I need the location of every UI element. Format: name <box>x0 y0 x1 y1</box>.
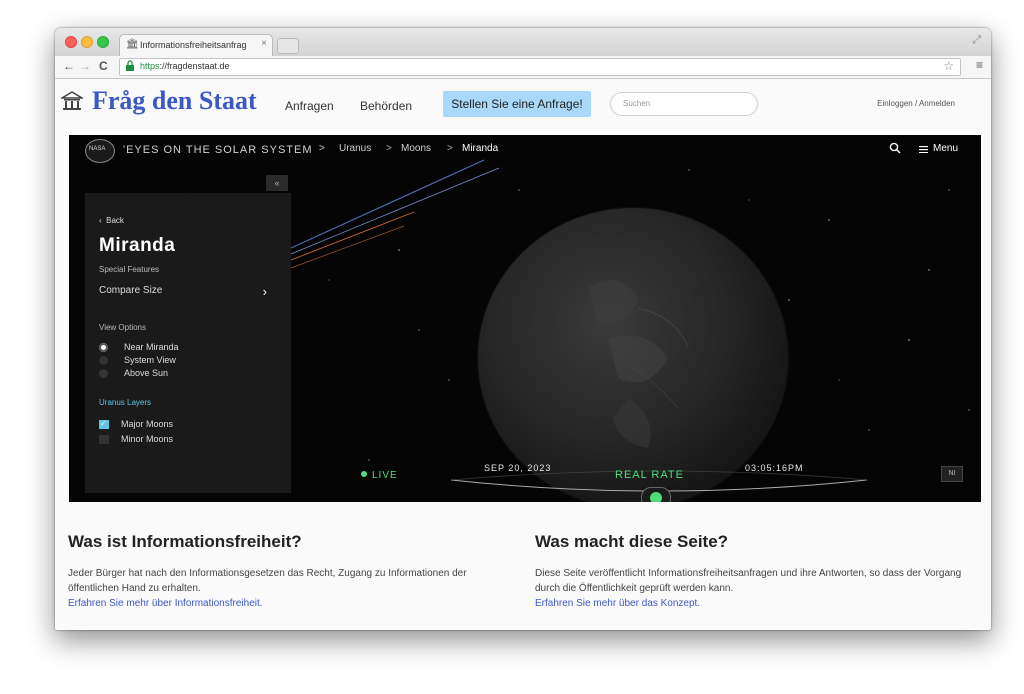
info-title: Was ist Informationsfreiheit? <box>68 532 302 551</box>
browser-tab[interactable]: 🏛 Informationsfreiheitsanfrag × <box>119 34 273 57</box>
back-arrow-icon[interactable]: ← <box>63 59 75 73</box>
menu-icon[interactable]: ≡ <box>976 58 983 72</box>
corner-toggle-button[interactable]: NI <box>941 466 963 482</box>
building-icon <box>61 91 83 110</box>
radio-icon <box>99 369 108 378</box>
breadcrumb-sep: > <box>386 143 392 154</box>
view-option-label: System View <box>124 355 176 365</box>
info-link[interactable]: Erfahren Sie mehr über Informationsfreih… <box>68 596 508 611</box>
zoom-window-button[interactable] <box>97 36 109 48</box>
info-link[interactable]: Erfahren Sie mehr über das Konzept. <box>535 596 975 611</box>
layer-label: Minor Moons <box>121 434 174 444</box>
breadcrumb-sep: > <box>447 143 453 154</box>
compare-size-button[interactable]: Compare Size › <box>99 284 267 299</box>
app-title[interactable]: 'EYES ON THE SOLAR SYSTEM <box>123 144 313 156</box>
site-logo[interactable]: Fråg den Staat <box>92 86 257 116</box>
tab-title: Informationsfreiheitsanfrag <box>140 40 247 50</box>
close-window-button[interactable] <box>65 36 77 48</box>
search-input[interactable]: Suchen <box>610 92 758 116</box>
radio-icon <box>99 356 108 365</box>
nav-anfragen[interactable]: Anfragen <box>285 99 334 113</box>
star-icon[interactable]: ☆ <box>943 59 954 73</box>
timeline-date[interactable]: SEP 20, 2023 <box>484 463 551 473</box>
breadcrumb-moons[interactable]: Moons <box>401 143 431 154</box>
time-arc <box>450 470 868 492</box>
chevron-right-icon: › <box>262 284 267 299</box>
rate-label[interactable]: REAL RATE <box>615 469 684 481</box>
info-block-left: Was ist Informationsfreiheit? Jeder Bürg… <box>68 532 508 611</box>
forward-arrow-icon[interactable]: → <box>79 59 91 73</box>
timeline-time[interactable]: 03:05:16PM <box>745 463 804 473</box>
new-tab-button[interactable] <box>277 38 299 54</box>
info-block-right: Was macht diese Seite? Diese Seite veröf… <box>535 532 975 611</box>
view-option-label: Above Sun <box>124 368 169 378</box>
rate-knob-dot <box>650 492 662 502</box>
info-text: Diese Seite veröffentlicht Informationsf… <box>535 568 962 594</box>
compare-size-label: Compare Size <box>99 285 163 296</box>
url-rest: ://fragdenstaat.de <box>159 61 230 71</box>
breadcrumb-miranda: Miranda <box>462 143 499 154</box>
rate-slider-handle[interactable] <box>641 487 671 502</box>
embedded-solar-system-viewer[interactable]: NASA 'EYES ON THE SOLAR SYSTEM > Uranus … <box>69 130 981 502</box>
live-button[interactable]: LIVE <box>361 470 398 481</box>
layer-label: Major Moons <box>121 419 174 429</box>
minimize-window-button[interactable] <box>81 36 93 48</box>
moon-title: Miranda <box>99 235 176 256</box>
nasa-logo-icon[interactable]: NASA <box>85 139 115 163</box>
address-bar[interactable]: https://fragdenstaat.de ☆ <box>119 58 961 76</box>
app-header: NASA 'EYES ON THE SOLAR SYSTEM > Uranus … <box>69 130 981 174</box>
nasa-logo-text: NASA <box>89 146 106 152</box>
app-menu-label: Menu <box>933 143 959 154</box>
fullscreen-icon[interactable]: ⤢ <box>972 34 981 47</box>
search-icon[interactable] <box>889 142 901 154</box>
moon-info-panel: ‹ Back Miranda Special Features Compare … <box>85 193 291 493</box>
collapse-panel-button[interactable]: « <box>266 175 288 191</box>
search-placeholder: Suchen <box>623 99 651 108</box>
breadcrumb-sep: > <box>319 143 325 154</box>
reload-icon[interactable]: C <box>99 59 108 73</box>
checkbox-icon <box>99 435 109 444</box>
live-dot-icon <box>361 471 367 477</box>
special-features-label: Special Features <box>99 265 160 274</box>
radio-selected-icon <box>99 343 108 352</box>
tab-bar: 🏛 Informationsfreiheitsanfrag × ⤢ <box>55 28 991 57</box>
site-header: Fråg den Staat Anfragen Behörden Stellen… <box>55 79 991 129</box>
hamburger-icon <box>919 146 928 153</box>
info-title: Was macht diese Seite? <box>535 532 729 551</box>
url-text: https://fragdenstaat.de <box>140 61 230 71</box>
back-button[interactable]: ‹ Back <box>99 216 124 225</box>
lock-icon <box>126 60 134 71</box>
browser-toolbar: ← → C https://fragdenstaat.de ☆ ≡ <box>55 56 991 79</box>
nav-behoerden[interactable]: Behörden <box>360 99 412 113</box>
url-scheme: https <box>140 61 160 71</box>
view-options-label: View Options <box>99 323 146 332</box>
view-option-label: Near Miranda <box>124 342 179 352</box>
uranus-layers-label: Uranus Layers <box>99 398 152 407</box>
browser-window: 🏛 Informationsfreiheitsanfrag × ⤢ ← → C … <box>55 28 991 630</box>
favicon-icon: 🏛 <box>126 39 139 50</box>
checkbox-checked-icon: ✓ <box>99 419 109 429</box>
live-label: LIVE <box>372 470 398 481</box>
info-text: Jeder Bürger hat nach den Informationsge… <box>68 568 467 594</box>
breadcrumb-uranus[interactable]: Uranus <box>339 143 371 154</box>
login-link[interactable]: Einloggen / Anmelden <box>877 99 955 108</box>
make-request-button[interactable]: Stellen Sie eine Anfrage! <box>443 91 591 117</box>
tab-close-button[interactable]: × <box>261 38 267 49</box>
back-label: Back <box>106 216 124 225</box>
